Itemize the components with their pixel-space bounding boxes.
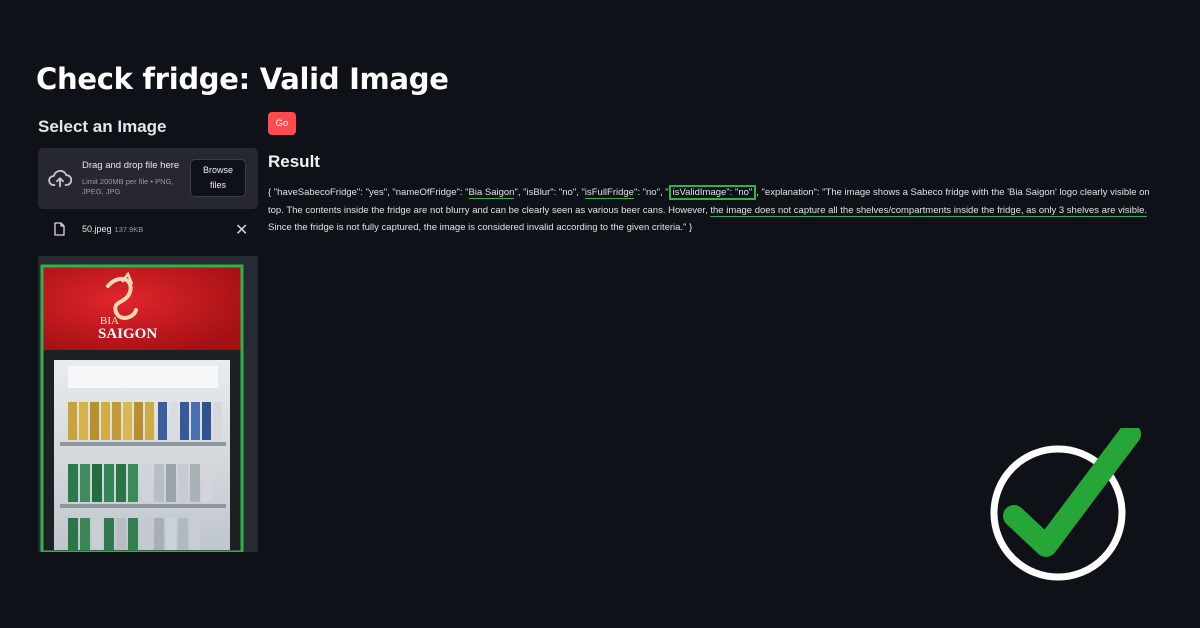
fridge-preview-image: BIA SAIGON — [38, 256, 258, 554]
file-name: 50.jpeg 137.9KB — [82, 224, 144, 234]
logo-text-saigon: SAIGON — [98, 326, 157, 342]
result-title: Result — [268, 152, 320, 171]
fridge-illustration: BIA SAIGON — [40, 264, 244, 554]
result-json-text: { "haveSabecoFridge": "yes", "nameOfFrid… — [268, 185, 1150, 233]
browse-files-button[interactable]: Browse files — [190, 159, 246, 197]
checkmark-icon — [990, 428, 1141, 581]
go-button[interactable]: Go — [268, 112, 296, 135]
dropzone-limit-text: Limit 200MB per file • PNG, JPEG, JPG — [82, 177, 174, 196]
highlight-is-full-fridge: isFullFridge — [584, 187, 634, 199]
close-icon[interactable]: ✕ — [235, 220, 248, 240]
file-size: 137.9KB — [114, 225, 144, 234]
file-dropzone[interactable]: Drag and drop file here Limit 200MB per … — [38, 148, 258, 209]
highlight-is-valid-image: isValidImage": "no" — [668, 185, 757, 200]
uploaded-file-row: 50.jpeg 137.9KB ✕ — [38, 216, 258, 244]
cloud-upload-icon — [48, 169, 72, 188]
file-icon — [54, 222, 65, 236]
page-title: Check fridge: Valid Image — [36, 62, 449, 96]
dropzone-text: Drag and drop file here — [82, 160, 180, 171]
sidebar-title: Select an Image — [38, 117, 167, 136]
highlight-fridge-name: Bia Saigon — [468, 187, 515, 199]
highlight-explanation: the image does not capture all the shelv… — [710, 204, 1148, 217]
